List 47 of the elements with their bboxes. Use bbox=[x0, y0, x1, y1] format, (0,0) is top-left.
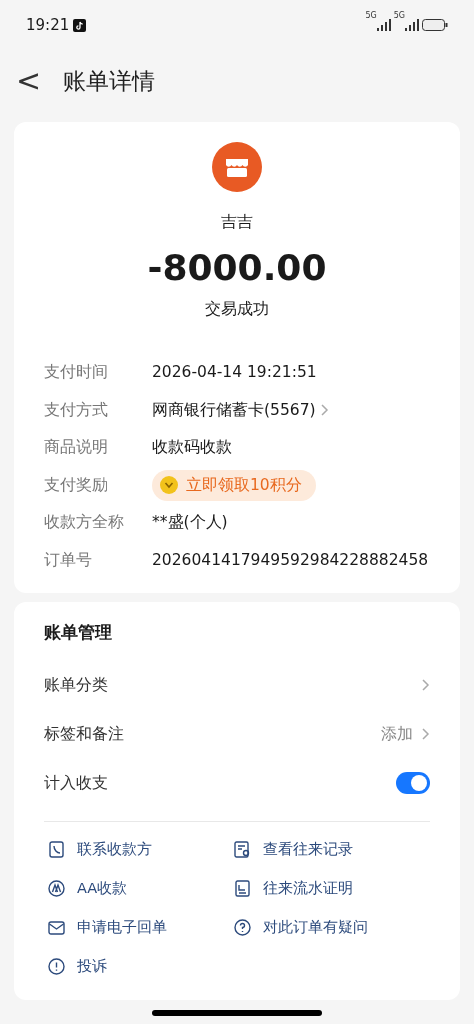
signal-icon bbox=[405, 19, 419, 31]
network-label: 5G bbox=[393, 12, 405, 20]
app-notification-icon bbox=[73, 18, 87, 32]
chevron-icon bbox=[319, 403, 329, 418]
help-icon bbox=[234, 919, 251, 936]
action-link[interactable]: 对此订单有疑问 bbox=[230, 908, 430, 947]
coin-icon bbox=[160, 476, 178, 495]
detail-label: 商品说明 bbox=[44, 437, 109, 459]
detail-label: 订单号 bbox=[44, 549, 93, 571]
aa-icon bbox=[48, 880, 65, 897]
setting-label: 计入收支 bbox=[44, 771, 109, 794]
merchant-name: 吉吉 bbox=[220, 211, 254, 233]
action-link[interactable]: 往来流水证明 bbox=[230, 869, 430, 908]
warning-icon bbox=[48, 958, 65, 975]
detail-label: 支付奖励 bbox=[44, 474, 109, 496]
back-button[interactable]: < bbox=[16, 66, 42, 96]
document-search-icon bbox=[234, 841, 251, 858]
action-link[interactable]: 投诉 bbox=[44, 947, 230, 986]
detail-label: 收款方全称 bbox=[44, 512, 125, 534]
action-link[interactable]: 申请电子回单 bbox=[44, 908, 230, 947]
detail-value: 2026041417949592984228882458 bbox=[152, 549, 429, 571]
action-link[interactable]: AA收款 bbox=[44, 869, 230, 908]
amount: -8000.00 bbox=[146, 246, 328, 290]
battery-icon bbox=[422, 19, 448, 31]
shop-icon bbox=[212, 142, 262, 192]
mail-icon bbox=[48, 919, 65, 936]
phone-icon bbox=[48, 841, 65, 858]
signal-icon bbox=[376, 19, 391, 31]
menu-row[interactable]: 账单分类 bbox=[44, 660, 430, 709]
status-text: 交易成功 bbox=[204, 298, 270, 321]
detail-value: **盛(个人) bbox=[152, 512, 228, 534]
chevron-icon bbox=[421, 726, 430, 741]
page-title: 账单详情 bbox=[63, 66, 156, 96]
action-link[interactable]: 查看往来记录 bbox=[230, 830, 430, 869]
action-link[interactable]: 联系收款方 bbox=[44, 830, 230, 869]
status-time: 19:21 bbox=[26, 14, 70, 36]
document-icon bbox=[234, 880, 251, 897]
detail-value: 2026-04-14 19:21:51 bbox=[152, 362, 317, 384]
section-title: 账单管理 bbox=[44, 621, 113, 644]
network-label: 5G bbox=[365, 12, 377, 20]
payment-method-link[interactable]: 网商银行储蓄卡(5567) bbox=[152, 398, 329, 423]
detail-value: 收款码收款 bbox=[152, 437, 232, 459]
chevron-icon bbox=[421, 677, 430, 692]
toggle-switch[interactable] bbox=[396, 771, 430, 794]
menu-row[interactable]: 标签和备注 添加 bbox=[44, 709, 430, 758]
detail-label: 支付方式 bbox=[44, 399, 109, 421]
detail-label: 支付时间 bbox=[44, 362, 109, 384]
